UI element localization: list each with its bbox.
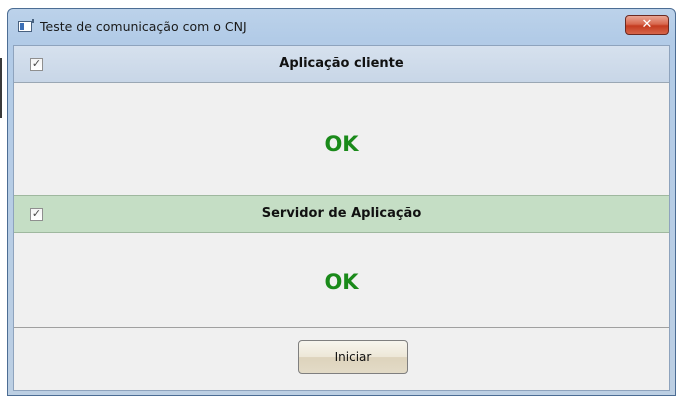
footer-divider <box>14 327 669 328</box>
section-header-client: Aplicação cliente ✓ <box>14 46 669 83</box>
window-title: Teste de comunicação com o CNJ <box>40 19 247 34</box>
dialog-window: Teste de comunicação com o CNJ ✕ Aplicaç… <box>7 8 676 396</box>
close-button[interactable]: ✕ <box>625 15 669 35</box>
section-header-server: Servidor de Aplicação ✓ <box>14 195 669 233</box>
checkbox-server[interactable]: ✓ <box>30 207 43 221</box>
section-label-server: Servidor de Aplicação <box>261 206 422 221</box>
checkbox-check-icon: ✓ <box>31 57 42 70</box>
section-label-client: Aplicação cliente <box>279 56 404 71</box>
status-client: OK <box>324 132 359 156</box>
window-app-icon <box>18 19 34 32</box>
background-window-edge <box>0 58 2 118</box>
checkbox-check-icon: ✓ <box>31 207 42 220</box>
checkbox-client[interactable]: ✓ <box>30 57 43 71</box>
title-bar[interactable]: Teste de comunicação com o CNJ ✕ <box>8 9 675 45</box>
start-button[interactable]: Iniciar <box>298 340 408 374</box>
dialog-content: Aplicação cliente ✓ OK Servidor de Aplic… <box>13 45 670 391</box>
close-icon: ✕ <box>641 17 653 32</box>
status-server: OK <box>324 270 359 294</box>
